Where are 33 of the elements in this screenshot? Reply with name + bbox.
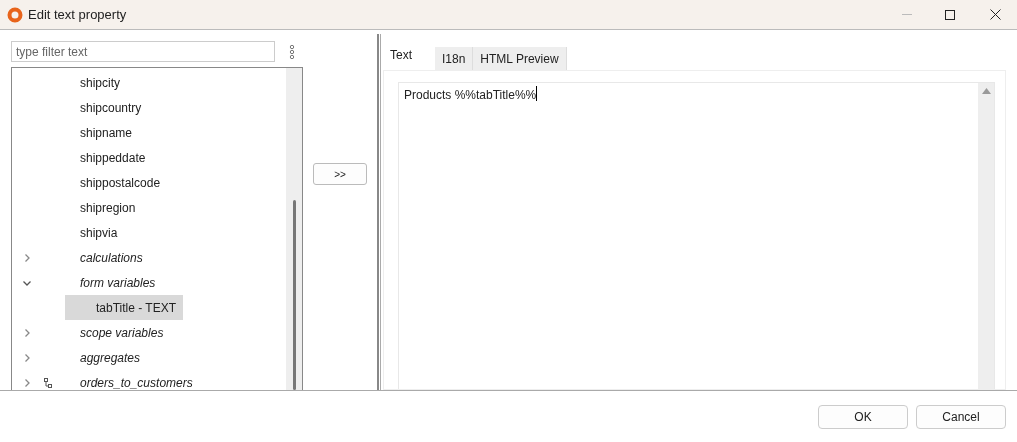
tree-item[interactable]: form variables xyxy=(80,273,156,292)
tab[interactable]: HTML Preview xyxy=(473,47,567,70)
tree-item[interactable]: shipcountry xyxy=(80,98,142,117)
tree-item[interactable]: orders_to_customers xyxy=(80,373,193,390)
chevron-right-icon[interactable] xyxy=(22,252,32,263)
tree-item[interactable]: shipregion xyxy=(80,198,136,217)
filter-field[interactable]: type filter text xyxy=(11,41,275,62)
tree-item[interactable]: aggregates xyxy=(80,348,141,367)
close-icon[interactable] xyxy=(990,9,1001,20)
app-logo-icon xyxy=(7,6,23,23)
scrollbar[interactable] xyxy=(286,68,302,390)
ok-button[interactable]: OK xyxy=(818,404,908,429)
tree-item[interactable]: shipvia xyxy=(80,223,118,242)
scroll-up-icon[interactable] xyxy=(981,88,991,94)
chevron-right-icon[interactable] xyxy=(22,327,32,338)
window-title: Edit text property xyxy=(28,5,127,24)
text-editor[interactable]: Products %%tabTitle%% xyxy=(398,82,995,389)
tree-item[interactable]: tabTitle - TEXT xyxy=(65,295,184,320)
tree-item[interactable]: calculations xyxy=(80,248,143,267)
maximize-icon[interactable] xyxy=(945,9,955,20)
chevron-right-icon[interactable] xyxy=(22,352,32,363)
tab[interactable]: I18n xyxy=(435,47,474,70)
chevron-right-icon[interactable] xyxy=(22,377,32,388)
tree-item[interactable]: scope variables xyxy=(80,323,164,342)
kebab-menu-icon[interactable] xyxy=(289,44,295,59)
tree-item[interactable]: shipname xyxy=(80,123,133,142)
insert-button[interactable]: >> xyxy=(313,163,367,185)
cancel-button[interactable]: Cancel xyxy=(916,404,1006,429)
tree-item[interactable]: shippeddate xyxy=(80,148,146,167)
scrollbar[interactable] xyxy=(978,83,994,389)
tree-item[interactable]: shippostalcode xyxy=(80,173,161,192)
tree-item[interactable]: shipcity xyxy=(80,73,120,92)
relation-icon xyxy=(44,377,52,388)
